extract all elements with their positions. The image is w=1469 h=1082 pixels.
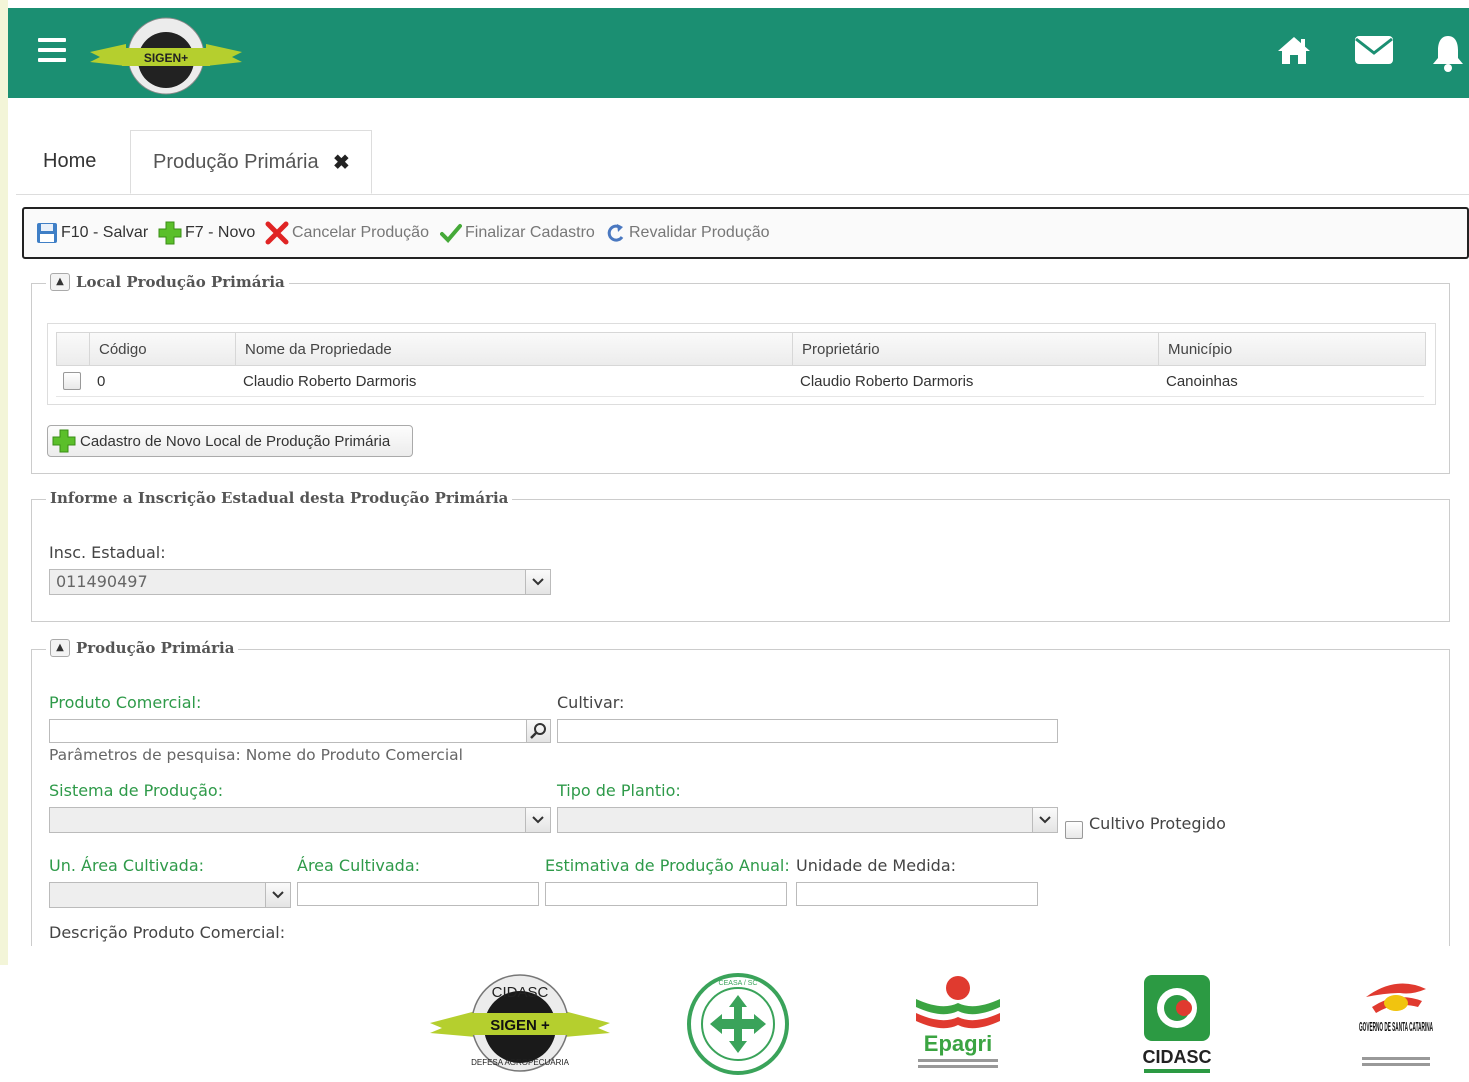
search-hint: Parâmetros de pesquisa: Nome do Produto … — [49, 746, 463, 764]
home-icon[interactable] — [1276, 34, 1312, 66]
plus-icon — [52, 429, 76, 453]
producao-primaria-section-title: ▲ Produção Primária — [46, 639, 239, 657]
cultivar-input[interactable] — [557, 719, 1058, 743]
insc-estadual-label: Insc. Estadual: — [49, 543, 166, 562]
local-producao-title-text: Local Produção Primária — [76, 273, 285, 291]
insc-estadual-value: 011490497 — [56, 572, 148, 591]
collapse-toggle-icon[interactable]: ▲ — [50, 273, 70, 291]
inscricao-estadual-section: Informe a Inscrição Estadual desta Produ… — [31, 489, 1450, 622]
chevron-down-icon — [265, 883, 290, 907]
refresh-icon — [607, 224, 624, 242]
collapse-toggle-icon[interactable]: ▲ — [50, 639, 70, 657]
governo-sc-text: GOVERNO DE SANTA CATARINA — [1359, 1019, 1433, 1034]
mail-icon[interactable] — [1354, 34, 1394, 66]
insc-estadual-select[interactable]: 011490497 — [49, 569, 551, 595]
cell-municipio: Canoinhas — [1166, 372, 1238, 390]
cell-codigo: 0 — [97, 372, 106, 390]
action-toolbar: F10 - Salvar F7 - Novo Cancelar Produção… — [22, 207, 1469, 259]
produto-comercial-input[interactable] — [49, 719, 527, 743]
menu-icon[interactable] — [38, 38, 66, 62]
cultivo-protegido-label: Cultivo Protegido — [1089, 814, 1226, 833]
footer-logos: CIDASC SIGEN + DEFESA AGROPECUÁRIA CEASA… — [0, 965, 1469, 1082]
bell-icon[interactable] — [1430, 34, 1466, 72]
cancel-production-label: Cancelar Produção — [292, 224, 429, 241]
ceasa-text: CEASA / SC — [719, 980, 758, 987]
row-select-checkbox[interactable] — [63, 372, 81, 390]
inscricao-section-title: Informe a Inscrição Estadual desta Produ… — [46, 489, 513, 507]
table-row[interactable]: 0 Claudio Roberto Darmoris Claudio Rober… — [56, 366, 1424, 397]
column-proprietario[interactable]: Proprietário — [792, 333, 1158, 365]
plus-icon — [158, 221, 182, 245]
close-tab-icon[interactable]: ✖ — [333, 150, 350, 175]
sistema-producao-label: Sistema de Produção: — [49, 781, 224, 800]
save-button[interactable]: F10 - Salvar — [36, 221, 148, 245]
cultivar-label: Cultivar: — [557, 693, 625, 712]
column-municipio[interactable]: Município — [1158, 333, 1424, 365]
ceasa-logo: CEASA / SC — [687, 973, 789, 1075]
revalidate-production-button[interactable]: Revalidar Produção — [606, 221, 770, 245]
sigen-logo-text: SIGEN+ — [144, 51, 188, 65]
chevron-down-icon — [1032, 808, 1057, 832]
finalize-registration-label: Finalizar Cadastro — [465, 224, 595, 241]
tipo-plantio-label: Tipo de Plantio: — [557, 781, 681, 800]
cancel-production-button[interactable]: Cancelar Produção — [265, 221, 429, 245]
tab-bar: Home Produção Primária ✖ — [16, 128, 1469, 195]
tab-producao-primaria[interactable]: Produção Primária ✖ — [130, 130, 372, 194]
new-local-button[interactable]: Cadastro de Novo Local de Produção Primá… — [47, 425, 413, 457]
new-button[interactable]: F7 - Novo — [158, 221, 255, 245]
descricao-produto-label: Descrição Produto Comercial: — [49, 923, 286, 942]
tab-home[interactable]: Home — [43, 150, 96, 173]
estimativa-producao-label: Estimativa de Produção Anual: — [545, 856, 790, 875]
sigen-logo[interactable]: SIGEN+ — [86, 14, 246, 96]
estimativa-producao-input[interactable] — [545, 882, 787, 906]
governo-sc-logo: GOVERNO DE SANTA CATARINA — [1359, 983, 1433, 1066]
local-producao-section: ▲ Local Produção Primária Código Nome da… — [31, 273, 1450, 474]
tab-producao-primaria-label: Produção Primária — [153, 151, 319, 173]
new-local-button-label: Cadastro de Novo Local de Produção Primá… — [80, 432, 391, 450]
unidade-medida-label: Unidade de Medida: — [796, 856, 957, 875]
cidasc-text: CIDASC — [1142, 1047, 1211, 1067]
chevron-down-icon — [525, 570, 550, 594]
finalize-registration-button[interactable]: Finalizar Cadastro — [440, 221, 595, 245]
area-cultivada-input[interactable] — [297, 882, 539, 906]
epagri-text: Epagri — [924, 1031, 992, 1056]
revalidate-production-label: Revalidar Produção — [629, 224, 770, 241]
producao-primaria-section: ▲ Produção Primária Produto Comercial: P… — [31, 639, 1450, 946]
chevron-down-icon — [525, 808, 550, 832]
local-producao-section-title: ▲ Local Produção Primária — [46, 273, 289, 291]
epagri-logo: Epagri — [916, 976, 1000, 1068]
tipo-plantio-select[interactable] — [557, 807, 1058, 833]
top-header-bar: SIGEN+ — [8, 8, 1469, 98]
producao-primaria-title-text: Produção Primária — [76, 639, 235, 657]
sistema-producao-select[interactable] — [49, 807, 551, 833]
column-nome-propriedade[interactable]: Nome da Propriedade — [235, 333, 792, 365]
new-button-label: F7 - Novo — [185, 224, 256, 241]
grid-select-column — [57, 333, 89, 365]
search-button[interactable] — [526, 719, 551, 743]
unidade-medida-input[interactable] — [796, 882, 1038, 906]
cidasc-logo: CIDASC — [1142, 975, 1212, 1073]
save-button-label: F10 - Salvar — [61, 224, 149, 241]
grid-header: Código Nome da Propriedade Proprietário … — [56, 332, 1426, 366]
produto-comercial-label: Produto Comercial: — [49, 693, 202, 712]
cultivo-protegido-checkbox[interactable] — [1065, 821, 1083, 839]
page-side-stripe — [0, 0, 8, 965]
cell-proprietario: Claudio Roberto Darmoris — [800, 372, 974, 390]
local-producao-grid: Código Nome da Propriedade Proprietário … — [47, 323, 1436, 405]
cidasc-arc-text: CIDASC — [492, 984, 549, 1001]
red-x-icon — [265, 221, 289, 245]
un-area-cultivada-select[interactable] — [49, 882, 291, 908]
sigen-text: SIGEN + — [490, 1017, 550, 1034]
cidasc-sigen-logo: CIDASC SIGEN + DEFESA AGROPECUÁRIA — [430, 974, 610, 1072]
cell-nome-propriedade: Claudio Roberto Darmoris — [243, 372, 417, 390]
checkmark-icon — [440, 224, 462, 243]
column-codigo[interactable]: Código — [89, 333, 235, 365]
un-area-cultivada-label: Un. Área Cultivada: — [49, 856, 205, 875]
search-icon — [530, 723, 546, 739]
defesa-text: DEFESA AGROPECUÁRIA — [471, 1058, 569, 1067]
area-cultivada-label: Área Cultivada: — [297, 856, 421, 875]
floppy-disk-icon — [37, 223, 57, 243]
